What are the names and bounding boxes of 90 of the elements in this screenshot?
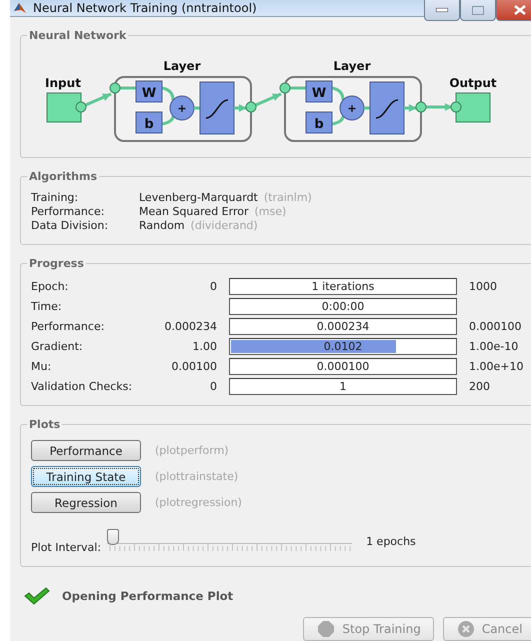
sigmoid-box <box>200 82 234 134</box>
field-label: Performance: <box>31 205 106 218</box>
cancel-icon <box>458 621 474 637</box>
junction-dot <box>450 102 462 112</box>
layer-label: Layer <box>333 59 371 73</box>
weight-label: W <box>312 86 326 101</box>
input-node <box>46 92 82 122</box>
function-name: (plotperform) <box>155 444 229 457</box>
field-label: Performance: <box>31 320 106 333</box>
window-title: Neural Network Training (nntraintool) <box>33 1 257 15</box>
connector-line <box>364 106 370 110</box>
start-value: 0.000234 <box>164 320 217 333</box>
app-logo-icon <box>13 1 27 15</box>
close-icon <box>514 5 526 15</box>
bias-label: b <box>144 117 154 132</box>
plot-button[interactable]: Regression <box>31 492 141 513</box>
slider-thumb[interactable] <box>107 529 120 545</box>
input-label: Input <box>45 76 81 90</box>
connector-arrow <box>234 104 247 112</box>
junction-dot <box>416 102 426 112</box>
weight-label: W <box>142 86 156 101</box>
algorithm-name: Mean Squared Error <box>139 205 248 218</box>
connector-arrow <box>404 104 417 112</box>
close-button[interactable] <box>496 0 531 21</box>
checkmark-icon <box>24 587 50 605</box>
connector-line <box>162 116 174 126</box>
field-label: Data Division: <box>31 219 110 232</box>
field-label: Time: <box>31 300 63 313</box>
status-message: Opening Performance Plot <box>62 589 234 603</box>
stop-sign-icon <box>318 621 334 637</box>
field-label: Epoch: <box>31 280 70 293</box>
function-name: (plotregression) <box>155 496 242 509</box>
progress-value: 1 iterations <box>312 280 374 293</box>
sum-sign: + <box>347 102 357 115</box>
start-value: 0 <box>209 380 217 393</box>
bias-box <box>136 112 162 134</box>
start-value: 0.00100 <box>170 360 217 373</box>
maximize-icon <box>472 6 484 14</box>
connector-line <box>162 86 174 100</box>
junction-dot <box>246 102 256 112</box>
connector-line <box>194 106 200 110</box>
start-value: 1.00 <box>192 340 217 353</box>
progress-value: 1 <box>340 380 346 393</box>
bias-label: b <box>314 117 324 132</box>
plot-button[interactable]: Training State <box>31 466 141 487</box>
field-label: Gradient: <box>31 340 84 353</box>
minimize-icon <box>436 8 448 12</box>
weight-box <box>136 80 162 102</box>
connector-line <box>332 86 344 100</box>
sum-node <box>340 96 364 120</box>
algorithm-name: Random <box>139 219 185 232</box>
sigmoid-box <box>370 82 404 134</box>
progress-value: 0:00:00 <box>322 300 364 313</box>
bias-box <box>306 112 332 134</box>
function-name: (mse) <box>254 205 286 218</box>
output-node <box>456 92 490 122</box>
slider-label: Plot Interval: <box>31 541 102 554</box>
algorithm-name: Levenberg-Marquardt <box>139 191 258 204</box>
target-value: 200 <box>469 380 491 393</box>
field-label: Training: <box>31 191 80 204</box>
function-name: (plottrainstate) <box>155 470 238 483</box>
layer-label: Layer <box>163 59 201 73</box>
field-label: Mu: <box>31 360 52 373</box>
progress-value: 0.000100 <box>316 360 370 373</box>
progress-value: 0.000234 <box>316 320 370 333</box>
progress-value: 0.0102 <box>324 340 362 353</box>
target-value: 1000 <box>469 280 498 293</box>
junction-dot <box>76 102 86 112</box>
panel-title: Plots <box>28 418 62 431</box>
junction-dot <box>110 82 120 94</box>
maximize-button[interactable] <box>460 0 496 21</box>
weight-box <box>306 80 332 102</box>
panel-title: Progress <box>28 257 85 270</box>
sum-sign: + <box>177 102 187 115</box>
panel-title: Algorithms <box>28 170 98 183</box>
target-value: 1.00e-10 <box>469 340 520 353</box>
plot-button[interactable]: Performance <box>31 440 141 461</box>
field-label: Validation Checks: <box>31 380 134 393</box>
panel-title: Neural Network <box>28 29 128 42</box>
output-label: Output <box>449 76 497 90</box>
target-value: 1.00e+10 <box>469 360 524 373</box>
minimize-button[interactable] <box>424 0 460 21</box>
start-value: 0 <box>209 280 217 293</box>
function-name: (trainlm) <box>264 191 312 204</box>
slider-reading: 1 epochs <box>366 535 416 548</box>
target-value: 0.000100 <box>469 320 522 333</box>
junction-dot <box>280 82 290 94</box>
function-name: (dividerand) <box>190 219 258 232</box>
sum-node <box>170 96 194 120</box>
connector-line <box>332 116 344 126</box>
